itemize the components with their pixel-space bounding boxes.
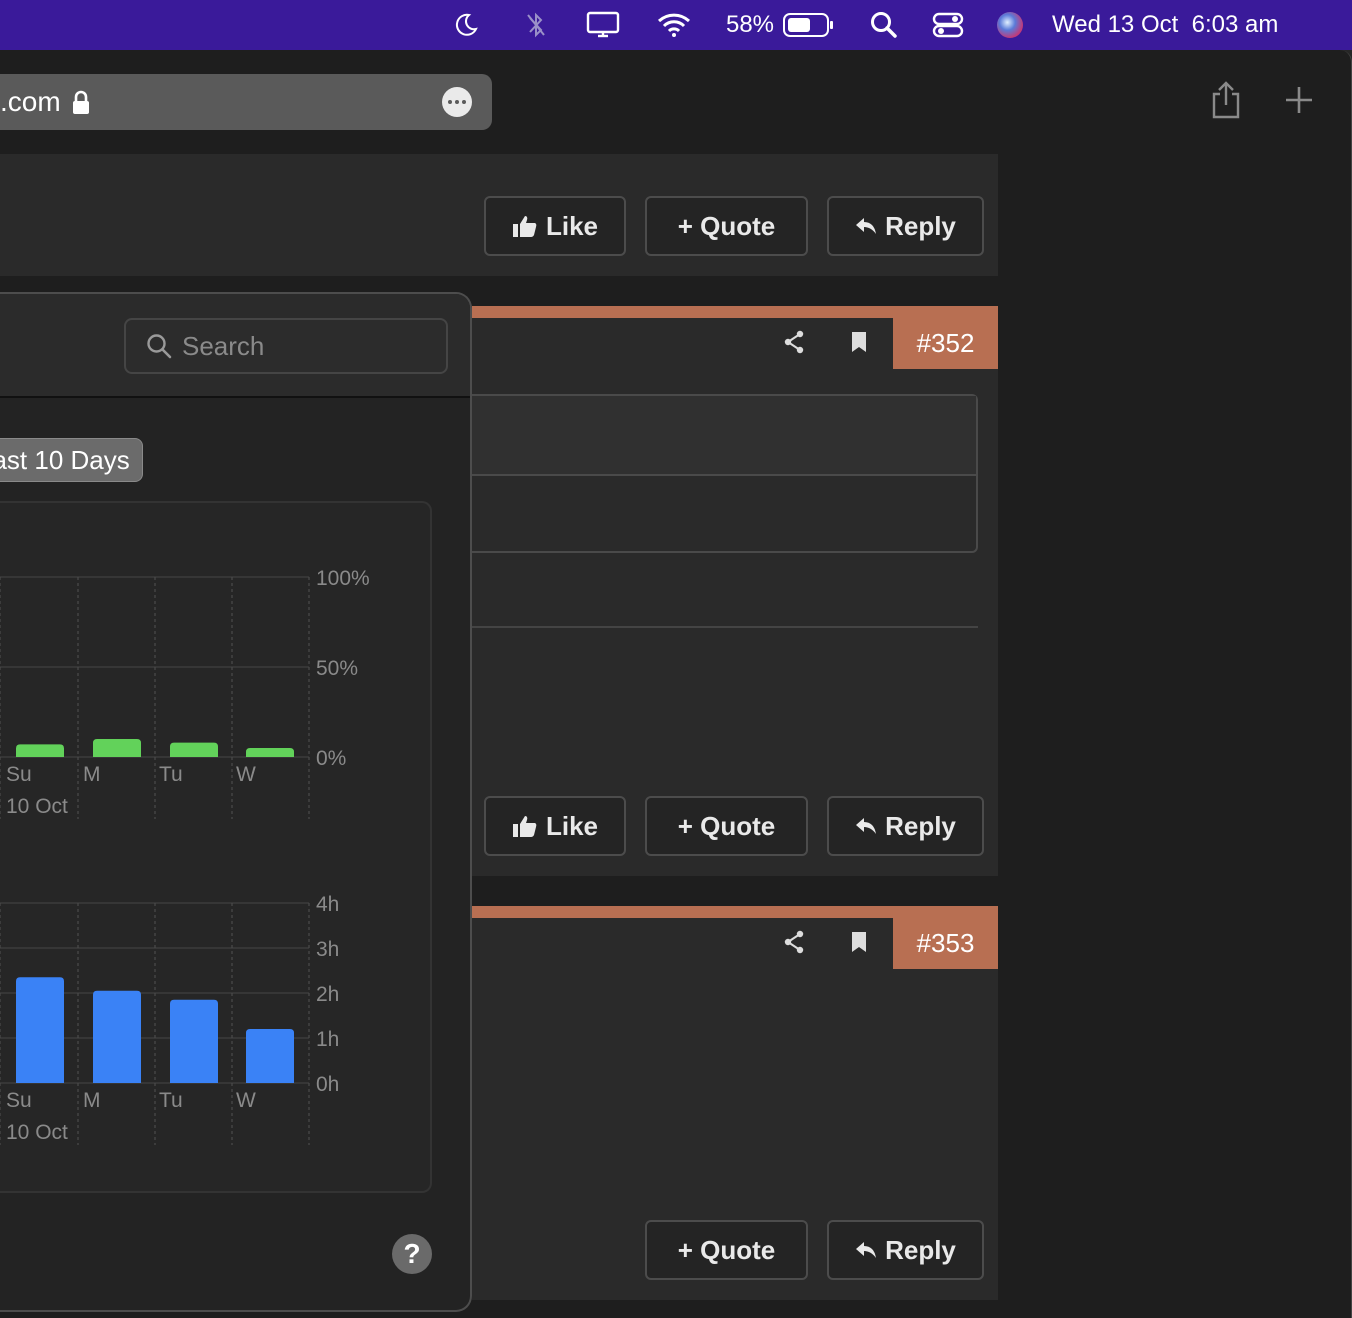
siri-icon[interactable]: [992, 0, 1028, 50]
x-tick-label: M: [83, 763, 101, 786]
quote-label: + Quote: [677, 1234, 776, 1265]
post-number-352[interactable]: #352: [893, 317, 998, 369]
bookmark-icon[interactable]: [845, 928, 873, 956]
moon-icon[interactable]: [448, 0, 484, 50]
more-options-icon[interactable]: [442, 87, 472, 117]
control-center-icon[interactable]: [928, 0, 968, 50]
reply-icon: [855, 1240, 877, 1260]
battery-percent-text: 58%: [725, 11, 775, 38]
spotlight-search-icon[interactable]: [866, 0, 902, 50]
share-icon[interactable]: [780, 328, 808, 356]
like-label: Like: [545, 810, 599, 841]
bar-tu: [170, 999, 218, 1083]
bar-w: [246, 748, 294, 757]
post-number-353[interactable]: #353: [893, 917, 998, 969]
quote-label: + Quote: [677, 810, 776, 841]
quote-button[interactable]: + Quote: [645, 796, 808, 856]
quote-button[interactable]: + Quote: [645, 1220, 808, 1280]
like-button[interactable]: Like: [484, 796, 626, 856]
reply-button[interactable]: Reply: [827, 196, 984, 256]
y-tick-label: 0%: [316, 747, 346, 770]
y-tick-label: 50%: [316, 657, 358, 680]
datetime-text: Wed 13 Oct 6:03 am: [1052, 11, 1279, 38]
bluetooth-icon[interactable]: [518, 0, 554, 50]
x-sublabel: 10 Oct: [6, 1121, 68, 1144]
range-selector[interactable]: Last 10 Days: [0, 438, 143, 482]
reply-button[interactable]: Reply: [827, 796, 984, 856]
x-tick-label: Tu: [159, 1089, 183, 1112]
reply-label: Reply: [885, 210, 956, 241]
reply-icon: [855, 216, 877, 236]
quote-block: [472, 394, 978, 553]
help-label: ?: [403, 1238, 421, 1269]
bar-m: [93, 990, 141, 1083]
new-tab-icon[interactable]: [1277, 78, 1321, 122]
reply-button[interactable]: Reply: [827, 1220, 984, 1280]
y-tick-label: 4h: [316, 893, 339, 916]
bar-w: [246, 1029, 294, 1083]
search-placeholder: Search: [182, 330, 265, 361]
post-number-353-text: #353: [916, 927, 975, 958]
thumbs-up-icon: [512, 214, 538, 238]
like-button[interactable]: Like: [484, 196, 626, 256]
wifi-icon[interactable]: [654, 0, 694, 50]
lock-icon: [71, 90, 91, 114]
x-tick-label: W: [236, 1089, 256, 1112]
reply-label: Reply: [885, 810, 956, 841]
quote-button[interactable]: + Quote: [645, 196, 808, 256]
bookmark-icon[interactable]: [845, 328, 873, 356]
y-tick-label: 1h: [316, 1028, 339, 1051]
usage-charts: 0% 50% 100% Su M Tu W 10 Oct 0h 1h 2h 3h 4h Su M Tu W 10 …: [0, 567, 370, 1145]
bar-m: [93, 739, 141, 757]
divider: [472, 626, 978, 628]
bar-su: [16, 977, 64, 1083]
menu-bar: 58% Wed 13 Oct 6:03 am: [0, 0, 1352, 50]
like-label: Like: [545, 210, 599, 241]
post-number-352-text: #352: [916, 327, 975, 358]
y-tick-label: 100%: [316, 567, 370, 590]
y-tick-label: 0h: [316, 1073, 339, 1096]
reply-label: Reply: [885, 1234, 956, 1265]
url-text: .com: [0, 86, 61, 117]
bar-su: [16, 744, 64, 757]
search-icon: [146, 333, 172, 359]
address-bar[interactable]: .com: [0, 74, 492, 130]
share-toolbar-icon[interactable]: [1204, 78, 1248, 122]
reply-icon: [855, 816, 877, 836]
x-sublabel: 10 Oct: [6, 795, 68, 818]
y-tick-label: 2h: [316, 983, 339, 1006]
help-button[interactable]: ?: [392, 1234, 432, 1274]
clock[interactable]: Wed 13 Oct 6:03 am: [1052, 0, 1320, 50]
chart-card: 0% 50% 100% Su M Tu W 10 Oct 0h 1h 2h 3h 4h Su M Tu W 10 …: [0, 501, 432, 1193]
screen-time-panel: Search Last 10 Days 0% 50% 100% Su M Tu W 10 Oc…: [0, 292, 472, 1312]
range-label: Last 10 Days: [0, 444, 130, 475]
y-tick-label: 3h: [316, 938, 339, 961]
x-tick-label: M: [83, 1089, 101, 1112]
display-icon[interactable]: [583, 0, 623, 50]
bar-tu: [170, 742, 218, 757]
share-icon[interactable]: [780, 928, 808, 956]
x-tick-label: Su: [6, 763, 32, 786]
x-tick-label: W: [236, 763, 256, 786]
battery-percent: 58%: [724, 0, 776, 50]
x-tick-label: Tu: [159, 763, 183, 786]
battery-icon[interactable]: [780, 0, 836, 50]
search-field[interactable]: Search: [124, 318, 448, 374]
x-tick-label: Su: [6, 1089, 32, 1112]
thumbs-up-icon: [512, 814, 538, 838]
quote-label: + Quote: [677, 210, 776, 241]
quote-block-header: [472, 396, 976, 476]
panel-toolbar: Search: [0, 294, 470, 398]
